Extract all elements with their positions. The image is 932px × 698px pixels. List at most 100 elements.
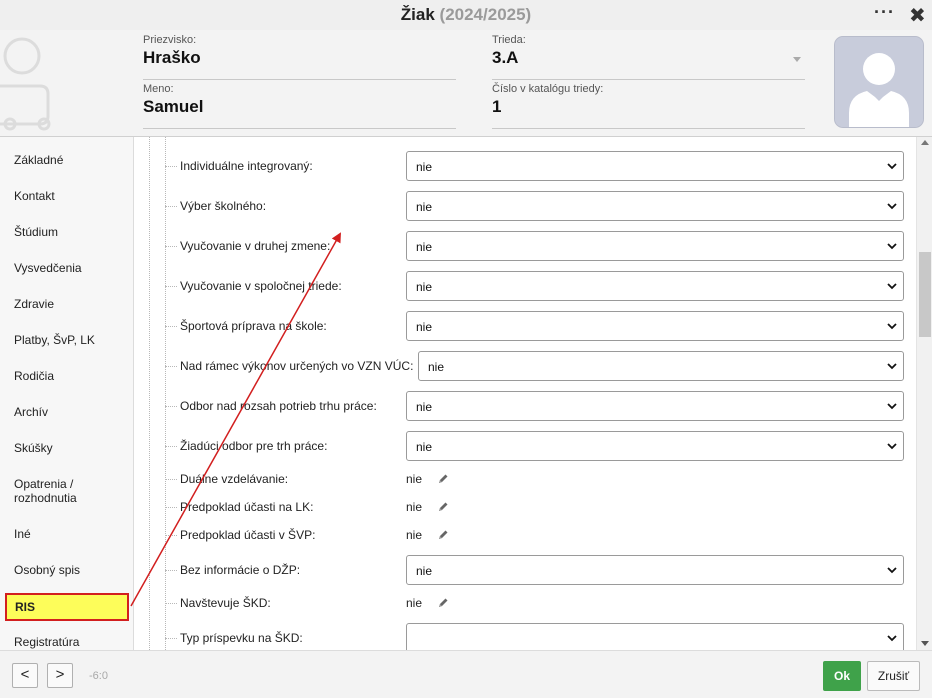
tree-connector [165,166,177,167]
chevron-down-icon [887,323,897,330]
field-label: Športová príprava na škole: [180,319,327,333]
form-row-attends-skd: Navštevuje ŠKD: nie [134,589,916,617]
catalog-underline [492,128,805,129]
sidebar-item-label: RIS [15,600,36,614]
sidebar-item-label: Osobný spis [14,563,81,577]
select-value: nie [416,200,433,214]
edit-pencil-icon[interactable] [437,473,449,485]
chevron-down-icon [887,163,897,170]
field-label: Bez informácie o DŽP: [180,563,301,577]
edit-pencil-icon[interactable] [437,597,449,609]
class-underline [492,79,805,80]
second-shift-select[interactable]: nie [406,231,904,261]
scroll-down-icon[interactable] [921,641,929,646]
sidebar-item-label: Kontakt [14,189,55,203]
form-row-second-shift: Vyučovanie v druhej zmene: nie [134,231,916,261]
select-value: nie [416,400,433,414]
attends-skd-value: nie [406,596,423,610]
ok-button[interactable]: Ok [823,661,861,691]
shared-class-select[interactable]: nie [406,271,904,301]
tree-connector [165,326,177,327]
window-title-text: Žiak [400,5,435,24]
sidebar-item-measures[interactable]: Opatrenia / rozhodnutia [0,477,133,505]
cancel-button[interactable]: Zrušiť [867,661,920,691]
form-row-shared-class: Vyučovanie v spoločnej triede: nie [134,271,916,301]
form-row-svp-participation: Predpoklad účasti v ŠVP: nie [134,521,916,549]
sidebar-item-study[interactable]: Štúdium [0,225,133,239]
tree-connector [165,286,177,287]
chevron-down-icon [887,283,897,290]
sidebar-item-exams[interactable]: Skúšky [0,441,133,455]
no-dzp-info-select[interactable]: nie [406,555,904,585]
field-label: Vyučovanie v spoločnej triede: [180,279,342,293]
labor-market-excess-select[interactable]: nie [406,391,904,421]
tree-connector [165,246,177,247]
surname-field: Priezvisko: Hraško [143,34,456,80]
tuition-fee-select[interactable]: nie [406,191,904,221]
form-content: Individuálne integrovaný: nie Výber škol… [134,137,916,650]
sidebar-item-contact[interactable]: Kontakt [0,189,133,203]
surname-label: Priezvisko: [143,34,197,46]
sidebar-item-archive[interactable]: Archív [0,405,133,419]
chevron-down-icon [887,203,897,210]
select-value: nie [416,440,433,454]
sidebar-item-label: Základné [14,153,64,167]
edit-pencil-icon[interactable] [437,501,449,513]
form-row-beyond-vzn: Nad rámec výkonov určených vo VZN VÚC: n… [134,351,916,381]
student-photo[interactable] [834,36,924,128]
chevron-down-icon [887,635,897,642]
skd-contribution-type-select[interactable] [406,623,904,650]
chevron-down-icon [887,567,897,574]
name-underline [143,128,456,129]
form-row-no-dzp-info: Bez informácie o DŽP: nie [134,555,916,585]
tree-connector [165,479,177,480]
beyond-vzn-select[interactable]: nie [418,351,904,381]
field-label: Nad rámec výkonov určených vo VZN VÚC: [180,359,414,373]
form-row-dual-education: Duálne vzdelávanie: nie [134,465,916,493]
more-options-icon[interactable]: ··· [874,2,895,23]
scroll-thumb[interactable] [919,252,931,337]
title-bar: Žiak (2024/2025) ··· ✖ [0,0,932,30]
sidebar-item-registry[interactable]: Registratúra [0,635,133,649]
scroll-up-icon[interactable] [921,140,929,145]
next-record-button[interactable]: > [47,663,73,688]
sidebar-item-payments[interactable]: Platby, ŠvP, LK [0,333,133,347]
class-dropdown-icon[interactable] [793,57,801,62]
student-ghost-icon [0,37,51,131]
field-label: Vyučovanie v druhej zmene: [180,239,331,253]
class-label: Trieda: [492,34,526,46]
sidebar-item-health[interactable]: Zdravie [0,297,133,311]
tree-connector [165,507,177,508]
name-field: Meno: Samuel [143,83,456,129]
sidebar-item-label: Archív [14,405,49,419]
surname-value: Hraško [143,48,201,67]
select-value: nie [416,280,433,294]
sidebar-item-basic[interactable]: Základné [0,153,133,167]
field-label: Navštevuje ŠKD: [180,596,271,610]
sidebar-item-label: Štúdium [14,225,59,239]
content-scrollbar[interactable] [916,137,932,650]
sidebar-item-label: Iné [14,527,31,541]
sidebar-item-other[interactable]: Iné [0,527,133,541]
sidebar-item-report-cards[interactable]: Vysvedčenia [0,261,133,275]
sidebar-item-label: Registratúra [14,635,80,649]
sidebar-item-parents[interactable]: Rodičia [0,369,133,383]
desired-field-select[interactable]: nie [406,431,904,461]
previous-record-button[interactable]: < [12,663,38,688]
tree-connector [165,446,177,447]
record-indicator: -6:0 [89,670,108,682]
catalog-number-value: 1 [492,97,502,116]
class-field[interactable]: Trieda: 3.A [492,34,805,80]
sports-preparation-select[interactable]: nie [406,311,904,341]
sidebar-item-ris[interactable]: RIS [5,593,129,621]
field-label: Výber školného: [180,199,267,213]
edit-pencil-icon[interactable] [437,529,449,541]
individually-integrated-select[interactable]: nie [406,151,904,181]
class-value: 3.A [492,48,519,67]
select-value: nie [416,240,433,254]
form-row-skd-contribution-type: Typ príspevku na ŠKD: [134,623,916,650]
tree-connector [165,406,177,407]
tree-connector [165,603,177,604]
sidebar-item-personal-file[interactable]: Osobný spis [0,563,133,577]
close-icon[interactable]: ✖ [909,3,926,28]
